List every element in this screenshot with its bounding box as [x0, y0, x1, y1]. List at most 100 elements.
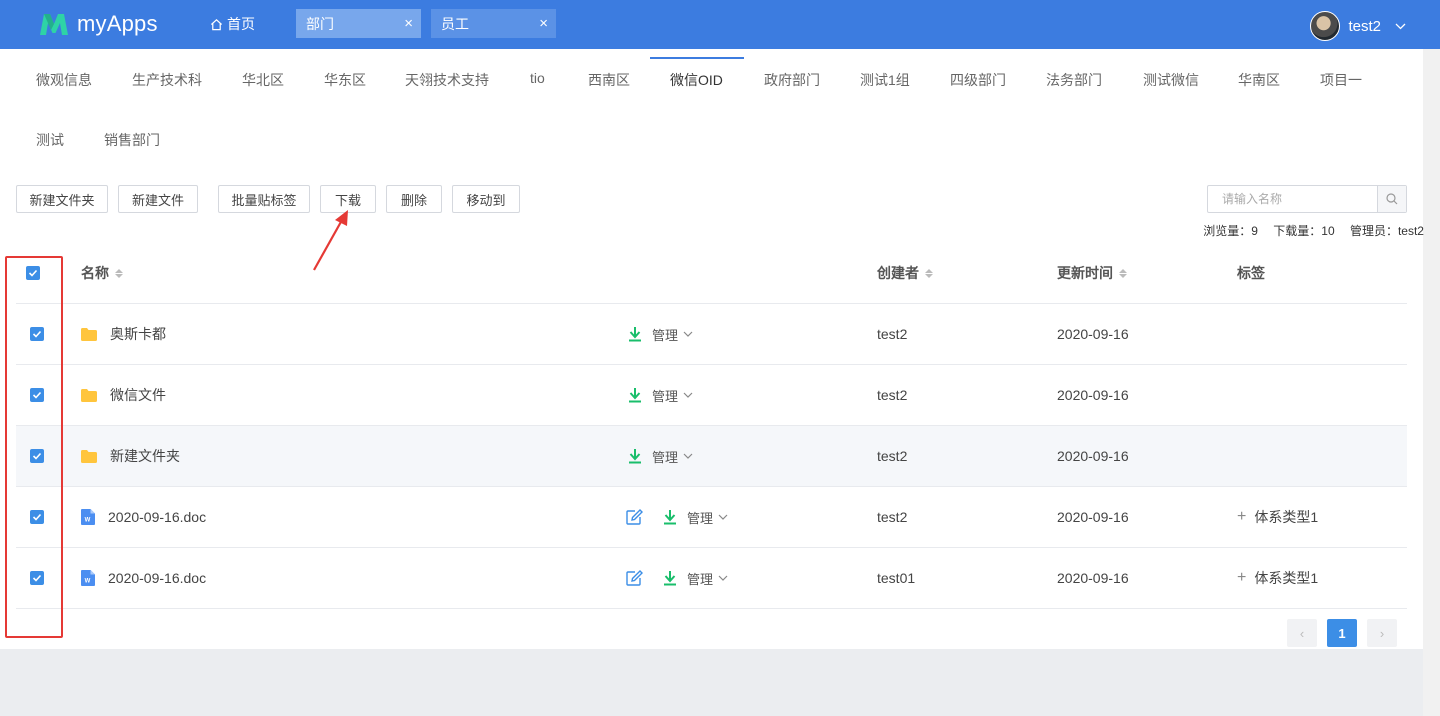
tag-label[interactable]: 体系类型1: [1254, 568, 1318, 588]
department-tab[interactable]: 天翎技术支持: [405, 70, 489, 90]
tag-label[interactable]: 体系类型1: [1254, 507, 1318, 527]
column-creator-label: 创建者: [877, 265, 919, 281]
department-tab[interactable]: 华北区: [242, 70, 284, 90]
downloads-count: 下载量：10: [1273, 224, 1335, 238]
add-tag-icon[interactable]: +: [1237, 569, 1246, 587]
user-menu[interactable]: test2: [1310, 11, 1406, 41]
table-row[interactable]: W 2020-09-16.doc 管理 test2 2020-09-16 + 体系类型1: [16, 487, 1407, 548]
tab-employee[interactable]: 员工 ×: [431, 9, 556, 38]
close-icon[interactable]: ×: [404, 16, 413, 31]
new-folder-button[interactable]: 新建文件夹: [16, 185, 108, 213]
download-icon[interactable]: [628, 326, 642, 342]
sort-icon[interactable]: [925, 268, 933, 278]
department-tab[interactable]: 生产技术科: [132, 70, 202, 90]
file-name[interactable]: 2020-09-16.doc: [108, 570, 206, 586]
word-doc-icon: W: [81, 570, 95, 586]
app-logo[interactable]: myApps: [38, 9, 158, 39]
table-row[interactable]: 微信文件 管理 test2 2020-09-16: [16, 365, 1407, 426]
tag-cell: + 体系类型1: [1237, 487, 1318, 547]
manage-dropdown[interactable]: 管理: [687, 569, 728, 588]
department-tab[interactable]: 测试微信: [1143, 70, 1199, 90]
new-file-button[interactable]: 新建文件: [118, 185, 198, 213]
tag-cell: + 体系类型1: [1237, 548, 1318, 608]
row-checkbox[interactable]: [30, 426, 44, 486]
tab-label: 部门: [306, 15, 334, 32]
department-tab[interactable]: 法务部门: [1046, 70, 1102, 90]
file-name[interactable]: 2020-09-16.doc: [108, 509, 206, 525]
file-name-cell[interactable]: W 2020-09-16.doc: [81, 487, 206, 547]
file-name-cell[interactable]: 新建文件夹: [81, 426, 180, 486]
column-name-label: 名称: [81, 265, 109, 281]
sort-icon[interactable]: [1119, 268, 1127, 278]
table-row[interactable]: W 2020-09-16.doc 管理 test01 2020-09-16 + 体系类型1: [16, 548, 1407, 609]
department-tab[interactable]: 政府部门: [764, 70, 820, 90]
file-name-cell[interactable]: W 2020-09-16.doc: [81, 548, 206, 608]
department-tab[interactable]: 微信OID: [670, 70, 723, 90]
file-name[interactable]: 奥斯卡都: [110, 324, 166, 344]
department-tab[interactable]: 华东区: [324, 70, 366, 90]
username: test2: [1348, 17, 1381, 35]
download-button[interactable]: 下载: [320, 185, 376, 213]
file-name-cell[interactable]: 奥斯卡都: [81, 304, 166, 364]
row-checkbox[interactable]: [30, 548, 44, 608]
row-checkbox[interactable]: [30, 487, 44, 547]
select-all-checkbox[interactable]: [26, 243, 40, 303]
check-icon: [32, 574, 42, 582]
updated-cell: 2020-09-16: [1057, 387, 1129, 403]
row-checkbox[interactable]: [30, 304, 44, 364]
delete-button[interactable]: 删除: [386, 185, 442, 213]
check-icon: [32, 330, 42, 338]
department-tab[interactable]: 西南区: [588, 70, 630, 90]
department-tab[interactable]: 四级部门: [950, 70, 1006, 90]
manage-label: 管理: [687, 510, 714, 526]
page-1-button[interactable]: 1: [1327, 619, 1357, 647]
column-updated[interactable]: 更新时间: [1057, 243, 1127, 303]
home-link[interactable]: 首页: [210, 14, 255, 34]
department-tab[interactable]: 项目一: [1320, 70, 1362, 90]
search-input[interactable]: [1208, 186, 1377, 212]
table-row[interactable]: 新建文件夹 管理 test2 2020-09-16: [16, 426, 1407, 487]
department-tab[interactable]: 测试: [36, 130, 64, 150]
table-header: 名称 创建者 更新时间 标签: [16, 243, 1407, 304]
close-icon[interactable]: ×: [539, 16, 548, 31]
department-tab[interactable]: tio: [530, 70, 545, 86]
table-row[interactable]: 奥斯卡都 管理 test2 2020-09-16: [16, 304, 1407, 365]
column-creator[interactable]: 创建者: [877, 243, 933, 303]
edit-icon[interactable]: [626, 509, 643, 525]
batch-tag-button[interactable]: 批量贴标签: [218, 185, 310, 213]
search-button[interactable]: [1377, 186, 1406, 212]
home-label: 首页: [227, 16, 255, 32]
check-icon: [28, 269, 38, 277]
chevron-down-icon: [683, 453, 693, 459]
sort-icon[interactable]: [115, 268, 123, 278]
svg-text:W: W: [85, 579, 91, 585]
row-checkbox[interactable]: [30, 365, 44, 425]
avatar: [1310, 11, 1341, 41]
prev-page-button[interactable]: ‹: [1287, 619, 1317, 647]
scrollbar[interactable]: [1423, 49, 1440, 716]
edit-icon[interactable]: [626, 570, 643, 586]
move-to-button[interactable]: 移动到: [452, 185, 520, 213]
department-tab[interactable]: 微观信息: [36, 70, 92, 90]
download-icon[interactable]: [663, 509, 677, 525]
manage-label: 管理: [652, 449, 679, 465]
file-name-cell[interactable]: 微信文件: [81, 365, 166, 425]
manage-dropdown[interactable]: 管理: [687, 508, 728, 527]
department-tab[interactable]: 销售部门: [104, 130, 160, 150]
row-actions: 管理: [628, 365, 693, 425]
download-icon[interactable]: [628, 448, 642, 464]
file-name[interactable]: 微信文件: [110, 385, 166, 405]
manage-dropdown[interactable]: 管理: [652, 325, 693, 344]
tab-department[interactable]: 部门 ×: [296, 9, 421, 38]
download-icon[interactable]: [628, 387, 642, 403]
add-tag-icon[interactable]: +: [1237, 508, 1246, 526]
download-icon[interactable]: [663, 570, 677, 586]
row-actions: 管理: [628, 426, 693, 486]
manage-dropdown[interactable]: 管理: [652, 447, 693, 466]
department-tab[interactable]: 测试1组: [860, 70, 910, 90]
file-name[interactable]: 新建文件夹: [110, 446, 180, 466]
column-name[interactable]: 名称: [81, 243, 123, 303]
department-tab[interactable]: 华南区: [1238, 70, 1280, 90]
next-page-button[interactable]: ›: [1367, 619, 1397, 647]
manage-dropdown[interactable]: 管理: [652, 386, 693, 405]
